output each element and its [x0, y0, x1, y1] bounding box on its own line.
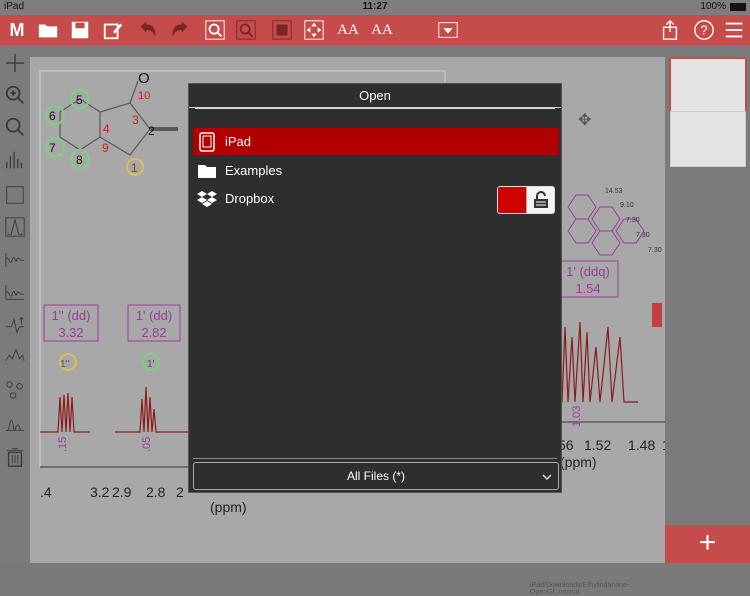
svg-text:✥: ✥ — [578, 112, 591, 129]
dialog-divider — [195, 108, 555, 109]
dropbox-icon — [195, 187, 219, 211]
peak-value: 3.32 — [58, 325, 83, 340]
svg-text:(ppm): (ppm) — [210, 499, 247, 515]
svg-text:.05: .05 — [141, 437, 153, 452]
source-item-examples[interactable]: Examples — [193, 157, 559, 184]
battery-label: 100% — [700, 1, 726, 12]
main-toolbar: M AA AA ? — [0, 15, 750, 45]
page-thumbnail[interactable] — [670, 111, 746, 167]
atom-label: 3 — [132, 113, 139, 127]
dialog-divider — [193, 458, 557, 459]
font-decrease-icon[interactable]: AA — [370, 18, 394, 42]
atom-label: 8 — [76, 153, 83, 167]
svg-text:7.30: 7.30 — [648, 247, 662, 254]
document-path: iPad/Downloads/Ethylindanone-OpenGL.mnov… — [530, 582, 630, 596]
help-icon[interactable]: ? — [692, 18, 716, 42]
redo-icon[interactable] — [168, 18, 192, 42]
svg-text:3.2: 3.2 — [90, 484, 110, 500]
svg-text:1.52: 1.52 — [584, 437, 611, 453]
page-thumbnail[interactable] — [669, 57, 747, 113]
save-icon[interactable] — [68, 18, 92, 42]
file-filter-select[interactable]: All Files (*) — [193, 462, 559, 490]
battery-icon — [730, 3, 746, 11]
tool-sidebar — [0, 45, 30, 563]
svg-text:.4: .4 — [40, 484, 52, 500]
molecule-icon[interactable] — [3, 378, 27, 402]
source-item-dropbox[interactable]: Dropbox — [193, 185, 559, 214]
svg-text:7.30: 7.30 — [626, 217, 640, 224]
edit-icon[interactable] — [101, 18, 125, 42]
svg-text:2.8: 2.8 — [146, 484, 166, 500]
dropbox-link-toggle[interactable] — [497, 186, 555, 214]
file-filter-value: All Files (*) — [346, 469, 405, 483]
font-increase-icon[interactable]: AA — [336, 18, 360, 42]
zoom-in-icon[interactable] — [203, 18, 227, 42]
peak-value: 2.82 — [141, 325, 166, 340]
add-page-button[interactable]: + — [665, 525, 750, 563]
svg-text:14.53: 14.53 — [605, 188, 623, 195]
multiplet-icon[interactable] — [3, 345, 27, 369]
svg-text:7.30: 7.30 — [636, 232, 650, 239]
dialog-title: Open — [189, 84, 561, 108]
source-item-ipad[interactable]: iPad — [193, 128, 559, 155]
peak-label: 1' (ddq) — [566, 264, 610, 279]
open-dialog: Open iPad Examples Dropbox All Files (*) — [188, 83, 562, 493]
atom-label: 2 — [148, 124, 155, 138]
zoom-fit-icon[interactable] — [3, 115, 27, 139]
fid-icon[interactable] — [3, 248, 27, 272]
peak-label: 1'' (dd) — [52, 308, 91, 323]
atom-label: 10 — [138, 90, 150, 102]
folder-icon — [195, 159, 219, 183]
undo-icon[interactable] — [136, 18, 160, 42]
peaks-icon[interactable] — [3, 148, 27, 172]
spectrum-icon[interactable] — [3, 215, 27, 239]
clock: 11:27 — [362, 1, 388, 12]
baseline-icon[interactable] — [3, 280, 27, 304]
atom-label: 9 — [102, 141, 109, 155]
multiplot-icon[interactable] — [3, 411, 27, 435]
crosshair-icon[interactable] — [3, 51, 27, 75]
zoom-in-tool-icon[interactable] — [3, 83, 27, 107]
lock-icon — [526, 187, 554, 213]
integrate-icon[interactable] — [3, 183, 27, 207]
source-item-label: iPad — [225, 134, 252, 149]
svg-text:2.9: 2.9 — [112, 484, 132, 500]
trash-icon[interactable] — [3, 445, 27, 469]
chevron-down-icon — [542, 474, 552, 481]
svg-text:(ppm): (ppm) — [560, 454, 597, 470]
share-icon[interactable] — [658, 18, 682, 42]
svg-text:1.03: 1.03 — [571, 406, 583, 427]
source-item-label: Dropbox — [225, 191, 275, 206]
atom-label: 1 — [131, 161, 138, 175]
page-thumbnails — [665, 45, 750, 525]
phase-icon[interactable] — [3, 313, 27, 337]
atom-label: 4 — [103, 122, 110, 136]
zoom-out-icon[interactable] — [234, 18, 258, 42]
svg-text:9.10: 9.10 — [620, 202, 634, 209]
peak-value: 1.54 — [575, 281, 600, 296]
menu-icon[interactable] — [722, 18, 746, 42]
app-logo-icon[interactable]: M — [5, 18, 29, 42]
svg-text:2: 2 — [176, 484, 184, 500]
atom-label: 5 — [76, 93, 83, 107]
svg-text:.15: .15 — [57, 437, 69, 452]
peak-label: 1' (dd) — [136, 308, 172, 323]
svg-text:1.48: 1.48 — [628, 437, 655, 453]
source-item-label: Examples — [225, 163, 283, 178]
print-icon[interactable] — [436, 18, 460, 42]
move-icon[interactable] — [302, 18, 326, 42]
svg-text:1': 1' — [147, 359, 155, 370]
ipad-icon — [195, 130, 219, 154]
open-folder-icon[interactable] — [36, 18, 60, 42]
atom-label: 6 — [49, 109, 56, 123]
fit-icon[interactable] — [270, 18, 294, 42]
status-bar: iPad 11:27 100% — [0, 0, 750, 15]
svg-text:1'': 1'' — [60, 359, 69, 370]
atom-label: O — [138, 70, 150, 87]
svg-text:?: ? — [700, 23, 707, 38]
atom-label: 7 — [49, 141, 56, 155]
